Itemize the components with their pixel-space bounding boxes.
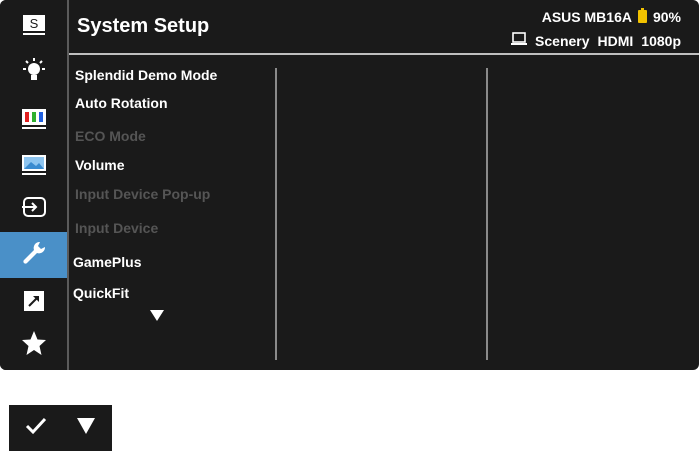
color-icon bbox=[20, 107, 48, 136]
menu-item-quickfit[interactable]: QuickFit bbox=[73, 285, 129, 301]
rail-item-shortcut[interactable] bbox=[0, 280, 67, 326]
menu-item-input-device: Input Device bbox=[75, 220, 159, 236]
input-source: HDMI bbox=[597, 32, 634, 49]
menu-item-splendid-demo-mode[interactable]: Splendid Demo Mode bbox=[75, 67, 217, 83]
menu-item-eco-mode: ECO Mode bbox=[75, 128, 146, 144]
rail-item-input-select[interactable] bbox=[0, 186, 67, 232]
rail-item-blue-light[interactable] bbox=[0, 50, 67, 96]
button-bar bbox=[9, 405, 112, 451]
splendid-icon: S bbox=[21, 14, 47, 41]
input-select-icon bbox=[20, 195, 48, 224]
rail-item-system-setup[interactable] bbox=[0, 232, 67, 278]
splendid-mode: Scenery bbox=[535, 32, 590, 49]
resolution: 1080p bbox=[641, 32, 681, 49]
checkmark-icon bbox=[24, 416, 48, 441]
status-line: Scenery HDMI 1080p bbox=[511, 32, 681, 49]
column-divider-1 bbox=[275, 68, 277, 360]
column-divider-2 bbox=[486, 68, 488, 360]
monitor-icon bbox=[511, 32, 528, 49]
battery-icon bbox=[637, 8, 647, 26]
page-title: System Setup bbox=[77, 15, 210, 37]
battery-level: 90% bbox=[652, 9, 681, 25]
shortcut-icon bbox=[21, 289, 47, 318]
menu-item-input-device-popup: Input Device Pop-up bbox=[75, 186, 211, 202]
triangle-down-icon bbox=[76, 417, 96, 440]
image-icon bbox=[20, 153, 48, 182]
osd-menu: S System Setup ASUS MB16A 90% Scenery HD… bbox=[0, 0, 699, 370]
rail-item-image[interactable] bbox=[0, 144, 67, 190]
icon-rail: S bbox=[0, 0, 67, 370]
splendid-glyph: S bbox=[29, 16, 38, 31]
model-info: ASUS MB16A 90% bbox=[542, 8, 681, 26]
rail-divider bbox=[67, 0, 69, 370]
blue-light-filter-icon bbox=[20, 57, 48, 90]
menu-item-gameplus[interactable]: GamePlus bbox=[73, 254, 141, 270]
header-divider bbox=[69, 53, 699, 55]
model-name: ASUS MB16A bbox=[541, 9, 632, 25]
scroll-down-arrow-icon[interactable] bbox=[150, 310, 164, 321]
system-setup-icon bbox=[20, 239, 48, 272]
rail-item-color[interactable] bbox=[0, 98, 67, 144]
menu-item-volume[interactable]: Volume bbox=[75, 157, 125, 173]
rail-item-splendid[interactable]: S bbox=[0, 4, 67, 50]
rail-item-favorite[interactable] bbox=[0, 322, 67, 368]
favorite-icon bbox=[20, 329, 48, 362]
confirm-button[interactable] bbox=[11, 405, 61, 451]
down-button[interactable] bbox=[61, 405, 111, 451]
menu-item-auto-rotation[interactable]: Auto Rotation bbox=[75, 95, 168, 111]
